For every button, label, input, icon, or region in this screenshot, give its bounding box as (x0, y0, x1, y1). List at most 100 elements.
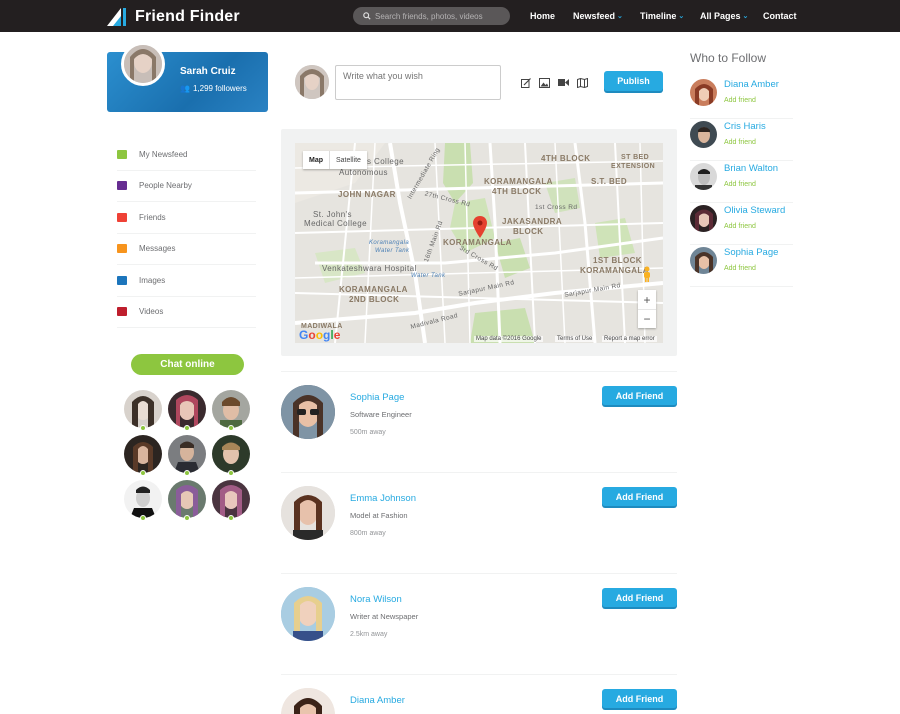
list-item: Emma Johnson Model at Fashion 800m away … (281, 472, 677, 573)
list-item: Sophia Page Software Engineer 500m away … (281, 371, 677, 472)
chat-user-avatar[interactable] (168, 435, 206, 473)
nav-all-pages[interactable]: All Pages ⌄ (700, 0, 748, 32)
online-status-icon (228, 515, 234, 521)
nav-timeline[interactable]: Timeline ⌄ (640, 0, 684, 32)
add-friend-button[interactable]: Add Friend (602, 588, 677, 607)
list-item: Diana Amber Add Friend (281, 674, 677, 714)
map-report-link[interactable]: Report a map error (602, 336, 657, 342)
follow-avatar[interactable] (690, 247, 717, 274)
online-status-icon (140, 425, 146, 431)
person-avatar[interactable] (281, 486, 335, 540)
add-friend-link[interactable]: Add friend (724, 223, 756, 230)
map-label: JOHN NAGAR (338, 190, 396, 199)
add-friend-link[interactable]: Add friend (724, 139, 756, 146)
map-label: BLOCK (513, 227, 544, 236)
map-pin-icon[interactable] (473, 216, 487, 243)
chat-user-avatar[interactable] (124, 480, 162, 518)
zoom-out-button[interactable]: − (638, 309, 656, 328)
logo-icon (107, 8, 126, 26)
online-status-icon (228, 425, 234, 431)
follow-name[interactable]: Cris Haris (724, 121, 766, 132)
sidebar-item-label: Messages (139, 244, 176, 254)
chat-user-avatar[interactable] (124, 435, 162, 473)
zoom-in-button[interactable]: + (638, 290, 656, 309)
post-textarea[interactable] (335, 65, 501, 100)
chevron-down-icon: ⌄ (617, 13, 623, 20)
follow-name[interactable]: Brian Walton (724, 163, 778, 174)
online-status-icon (184, 515, 190, 521)
sidebar-item-videos[interactable]: Videos (117, 297, 256, 328)
sidebar-item-label: My Newsfeed (139, 149, 188, 159)
nav-contact[interactable]: Contact (763, 0, 797, 32)
videos-icon (117, 307, 127, 317)
video-icon[interactable] (558, 77, 569, 88)
publish-button[interactable]: Publish (604, 71, 663, 91)
search-input[interactable] (375, 11, 505, 21)
sidebar-item-messages[interactable]: Messages (117, 234, 256, 265)
add-friend-link[interactable]: Add friend (724, 181, 756, 188)
friends-icon (117, 212, 127, 222)
online-status-icon (184, 425, 190, 431)
search-bar[interactable] (353, 7, 510, 25)
list-item: Nora Wilson Writer at Newspaper 2.5km aw… (281, 573, 677, 674)
chat-user-avatar[interactable] (212, 435, 250, 473)
add-friend-link[interactable]: Add friend (724, 265, 756, 272)
follow-name[interactable]: Olivia Steward (724, 205, 785, 216)
followers-count: 1,299 followers (192, 84, 247, 93)
add-friend-button[interactable]: Add Friend (602, 487, 677, 506)
chat-user-avatar[interactable] (168, 480, 206, 518)
map-terms-link[interactable]: Terms of Use (555, 336, 595, 342)
map-tab-map[interactable]: Map (303, 151, 329, 169)
people-icon (117, 181, 127, 191)
add-friend-button[interactable]: Add Friend (602, 689, 677, 708)
chat-user-avatar[interactable] (124, 390, 162, 428)
person-avatar[interactable] (281, 587, 335, 641)
follow-name[interactable]: Sophia Page (724, 247, 778, 258)
nav-home[interactable]: Home (530, 0, 555, 32)
person-name[interactable]: Sophia Page (350, 392, 404, 403)
person-distance: 2.5km away (350, 631, 388, 638)
person-name[interactable]: Diana Amber (350, 695, 405, 706)
profile-name[interactable]: Sarah Cruiz (180, 66, 236, 77)
chat-online-button[interactable]: Chat online (131, 354, 244, 375)
follow-avatar[interactable] (690, 121, 717, 148)
nav-all-pages-label: All Pages (700, 11, 741, 21)
pegman-icon[interactable] (641, 266, 653, 282)
map-label: Venkateshwara Hospital (322, 264, 417, 273)
map-label: ST BED (621, 154, 650, 161)
person-job: Model at Fashion (350, 511, 408, 520)
person-avatar[interactable] (281, 688, 335, 714)
followers-icon: 👥 (180, 84, 190, 93)
map-icon[interactable] (577, 77, 588, 88)
chat-user-avatar[interactable] (168, 390, 206, 428)
sidebar-item-people-nearby[interactable]: People Nearby (117, 171, 256, 202)
sidebar-item-images[interactable]: Images (117, 265, 256, 297)
person-name[interactable]: Emma Johnson (350, 493, 416, 504)
follow-name[interactable]: Diana Amber (724, 79, 779, 90)
follow-avatar[interactable] (690, 79, 717, 106)
sidebar-item-newsfeed[interactable]: My Newsfeed (117, 139, 256, 171)
image-icon[interactable] (539, 77, 550, 88)
chat-user-avatar[interactable] (212, 390, 250, 428)
nav-newsfeed[interactable]: Newsfeed ⌄ (573, 0, 623, 32)
images-icon (117, 275, 127, 285)
edit-icon[interactable] (520, 77, 531, 88)
map-tab-satellite[interactable]: Satellite (329, 151, 367, 169)
chat-user-avatar[interactable] (212, 480, 250, 518)
add-friend-link[interactable]: Add friend (724, 97, 756, 104)
person-avatar[interactable] (281, 385, 335, 439)
profile-avatar[interactable] (121, 42, 165, 86)
person-job: Software Engineer (350, 410, 412, 419)
nav-contact-label: Contact (763, 11, 797, 21)
add-friend-button[interactable]: Add Friend (602, 386, 677, 405)
sidebar-item-friends[interactable]: Friends (117, 202, 256, 234)
map-label: 4TH BLOCK (492, 187, 542, 196)
map-label: KORAMANGALA (580, 266, 649, 275)
follow-avatar[interactable] (690, 163, 717, 190)
map-attribution: Map data ©2016 Google (474, 336, 544, 342)
online-status-icon (140, 470, 146, 476)
brand-logo[interactable]: Friend Finder (107, 7, 240, 27)
map-label: 1ST BLOCK (593, 256, 642, 265)
person-name[interactable]: Nora Wilson (350, 594, 402, 605)
follow-avatar[interactable] (690, 205, 717, 232)
